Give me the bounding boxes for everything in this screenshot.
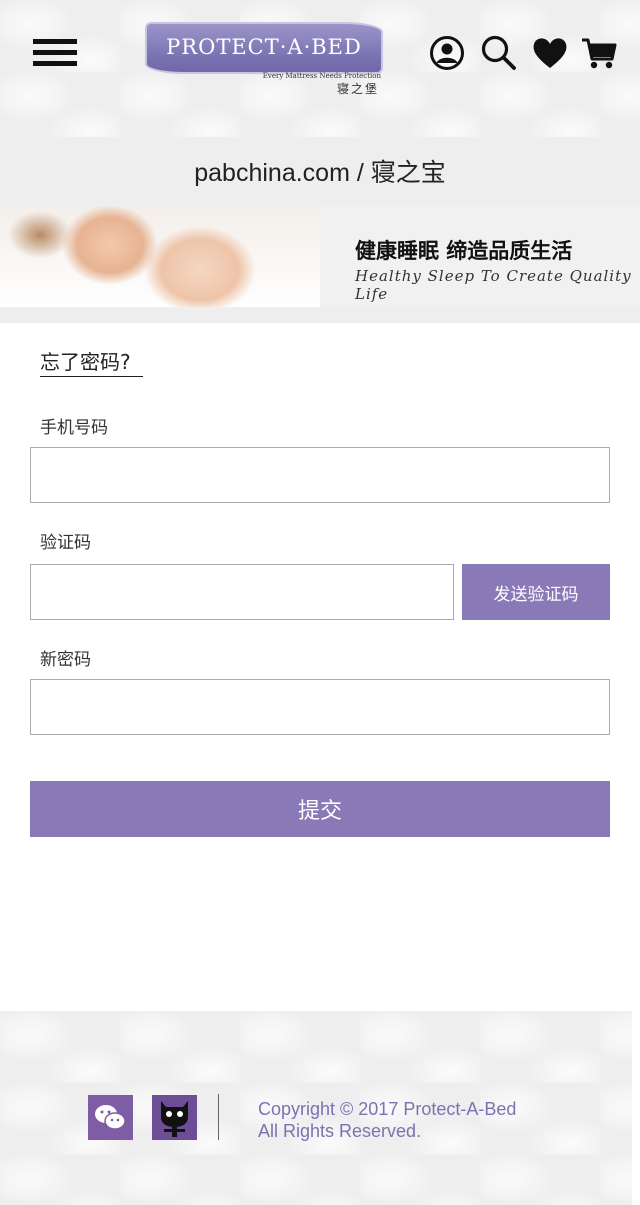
phone-label: 手机号码	[40, 418, 108, 438]
cart-button[interactable]	[580, 34, 618, 72]
copyright-line-1: Copyright © 2017 Protect-A-Bed	[258, 1099, 517, 1119]
logo-cn-name: 寝之堡	[336, 82, 379, 96]
new-password-label: 新密码	[40, 650, 91, 670]
banner-en-slogan: Healthy Sleep To Create Quality Life	[355, 267, 632, 303]
menu-icon-bar	[33, 39, 77, 44]
verification-code-input[interactable]	[30, 564, 454, 620]
mother-baby-photo	[0, 205, 320, 307]
logo-brand-text: PROTECT·A·BED	[166, 35, 362, 59]
wishlist-button[interactable]	[531, 34, 569, 72]
heart-icon	[533, 38, 567, 68]
page-title: 忘了密码?	[40, 346, 143, 377]
logo-tagline: Every Mattress Needs Protection	[262, 72, 381, 80]
domain-text: pabchina.com / 寝之宝	[194, 159, 446, 187]
site-footer: Copyright © 2017 Protect-A-Bed All Right…	[0, 1011, 640, 1205]
menu-icon-bar	[33, 50, 77, 55]
domain-bar: pabchina.com / 寝之宝	[0, 137, 640, 205]
brand-logo[interactable]: PROTECT·A·BED Every Mattress Needs Prote…	[145, 22, 385, 96]
search-icon	[481, 35, 516, 70]
search-button[interactable]	[479, 34, 517, 72]
tmall-link[interactable]	[152, 1095, 197, 1140]
code-label: 验证码	[40, 533, 91, 553]
footer-divider	[218, 1094, 219, 1140]
promo-banner: 健康睡眠 缔造品质生活 Healthy Sleep To Create Qual…	[0, 205, 640, 307]
wechat-link[interactable]	[88, 1095, 133, 1140]
site-header: PROTECT·A·BED Every Mattress Needs Prote…	[0, 0, 640, 137]
account-button[interactable]	[428, 34, 466, 72]
tmall-icon	[161, 1101, 188, 1137]
menu-icon-bar	[33, 61, 77, 66]
phone-input[interactable]	[30, 447, 610, 503]
banner-cn-slogan: 健康睡眠 缔造品质生活	[355, 239, 573, 263]
menu-button[interactable]	[33, 39, 77, 69]
send-code-button[interactable]: 发送验证码	[462, 564, 610, 620]
copyright-line-2: All Rights Reserved.	[258, 1121, 422, 1141]
new-password-input[interactable]	[30, 679, 610, 735]
account-icon	[430, 36, 464, 70]
copyright-text: Copyright © 2017 Protect-A-Bed All Right…	[258, 1098, 516, 1142]
wechat-icon	[95, 1105, 126, 1130]
section-divider	[0, 307, 640, 323]
submit-button[interactable]: 提交	[30, 781, 610, 837]
cart-icon	[582, 38, 617, 69]
